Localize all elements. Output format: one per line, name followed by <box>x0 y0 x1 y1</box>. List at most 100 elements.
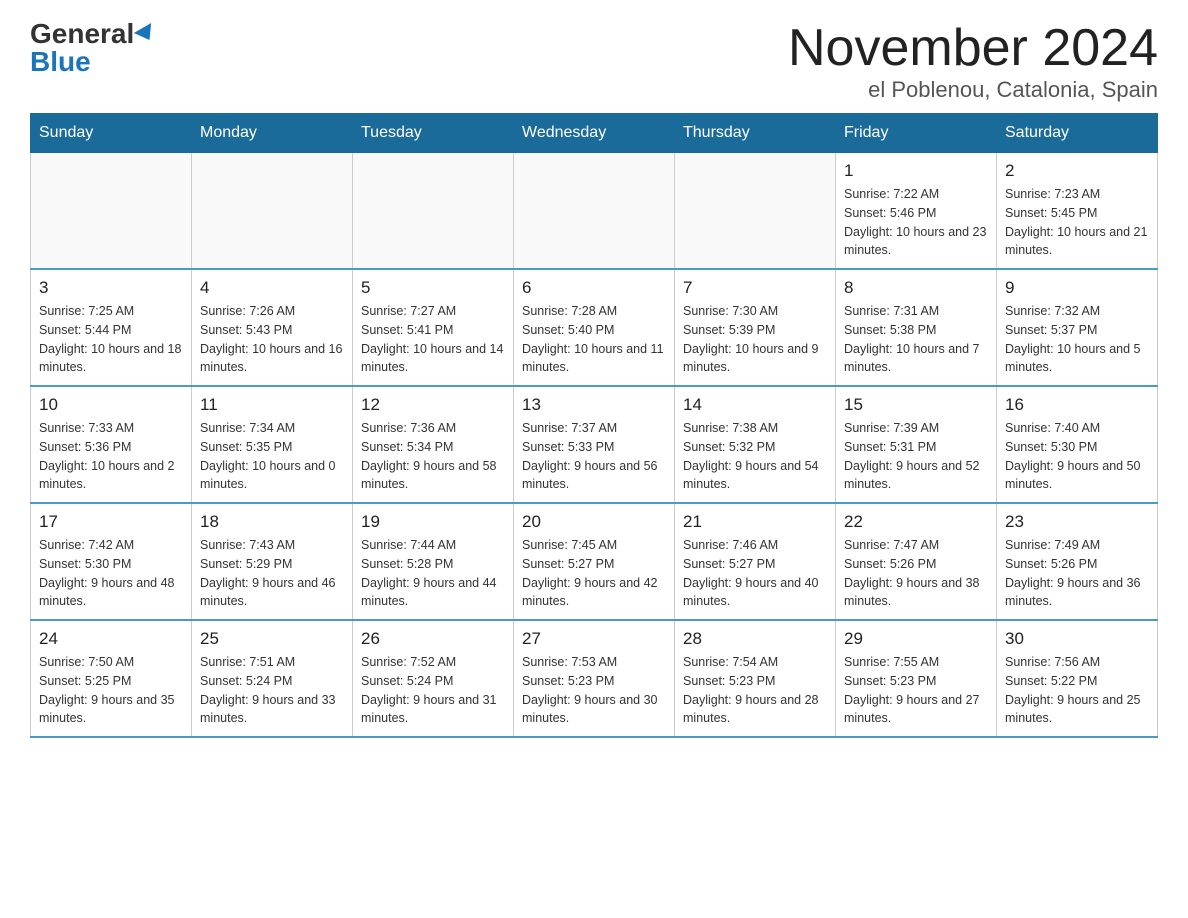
day-info: Sunrise: 7:47 AM Sunset: 5:26 PM Dayligh… <box>844 536 988 611</box>
calendar-cell: 8 Sunrise: 7:31 AM Sunset: 5:38 PM Daylig… <box>836 269 997 386</box>
day-info: Sunrise: 7:52 AM Sunset: 5:24 PM Dayligh… <box>361 653 505 728</box>
header-thursday: Thursday <box>675 114 836 153</box>
day-number: 7 <box>683 278 827 298</box>
day-info: Sunrise: 7:42 AM Sunset: 5:30 PM Dayligh… <box>39 536 183 611</box>
day-number: 25 <box>200 629 344 649</box>
calendar-cell: 2 Sunrise: 7:23 AM Sunset: 5:45 PM Daylig… <box>997 153 1158 270</box>
calendar-cell <box>31 153 192 270</box>
calendar-cell <box>192 153 353 270</box>
day-number: 4 <box>200 278 344 298</box>
calendar-cell: 3Sunrise: 7:25 AM Sunset: 5:44 PM Daylig… <box>31 269 192 386</box>
day-info: Sunrise: 7:39 AM Sunset: 5:31 PM Dayligh… <box>844 419 988 494</box>
day-info: Sunrise: 7:54 AM Sunset: 5:23 PM Dayligh… <box>683 653 827 728</box>
logo-triangle-icon <box>134 23 158 45</box>
day-number: 22 <box>844 512 988 532</box>
calendar-cell: 20 Sunrise: 7:45 AM Sunset: 5:27 PM Dayli… <box>514 503 675 620</box>
calendar-header-row: SundayMondayTuesdayWednesdayThursdayFrid… <box>31 114 1158 153</box>
title-block: November 2024 el Poblenou, Catalonia, Sp… <box>788 20 1158 103</box>
day-info: Sunrise: 7:31 AM Sunset: 5:38 PM Dayligh… <box>844 302 988 377</box>
day-number: 24 <box>39 629 183 649</box>
calendar-cell: 28 Sunrise: 7:54 AM Sunset: 5:23 PM Dayli… <box>675 620 836 737</box>
calendar-cell: 16 Sunrise: 7:40 AM Sunset: 5:30 PM Dayli… <box>997 386 1158 503</box>
logo-blue-text: Blue <box>30 48 91 76</box>
calendar-cell: 29 Sunrise: 7:55 AM Sunset: 5:23 PM Dayli… <box>836 620 997 737</box>
day-number: 10 <box>39 395 183 415</box>
logo-general-text: General <box>30 20 134 48</box>
calendar-cell: 27 Sunrise: 7:53 AM Sunset: 5:23 PM Dayli… <box>514 620 675 737</box>
day-info: Sunrise: 7:44 AM Sunset: 5:28 PM Dayligh… <box>361 536 505 611</box>
day-info: Sunrise: 7:56 AM Sunset: 5:22 PM Dayligh… <box>1005 653 1149 728</box>
day-number: 21 <box>683 512 827 532</box>
day-info: Sunrise: 7:30 AM Sunset: 5:39 PM Dayligh… <box>683 302 827 377</box>
day-number: 5 <box>361 278 505 298</box>
day-info: Sunrise: 7:36 AM Sunset: 5:34 PM Dayligh… <box>361 419 505 494</box>
day-number: 14 <box>683 395 827 415</box>
calendar-week-row: 3Sunrise: 7:25 AM Sunset: 5:44 PM Daylig… <box>31 269 1158 386</box>
calendar-subtitle: el Poblenou, Catalonia, Spain <box>788 77 1158 103</box>
calendar-cell: 1Sunrise: 7:22 AM Sunset: 5:46 PM Daylig… <box>836 153 997 270</box>
day-number: 15 <box>844 395 988 415</box>
day-number: 26 <box>361 629 505 649</box>
calendar-cell: 26 Sunrise: 7:52 AM Sunset: 5:24 PM Dayli… <box>353 620 514 737</box>
day-info: Sunrise: 7:32 AM Sunset: 5:37 PM Dayligh… <box>1005 302 1149 377</box>
calendar-title: November 2024 <box>788 20 1158 77</box>
day-info: Sunrise: 7:45 AM Sunset: 5:27 PM Dayligh… <box>522 536 666 611</box>
calendar-cell: 14 Sunrise: 7:38 AM Sunset: 5:32 PM Dayli… <box>675 386 836 503</box>
calendar-week-row: 24Sunrise: 7:50 AM Sunset: 5:25 PM Dayli… <box>31 620 1158 737</box>
calendar-cell: 12 Sunrise: 7:36 AM Sunset: 5:34 PM Dayli… <box>353 386 514 503</box>
header-monday: Monday <box>192 114 353 153</box>
day-info: Sunrise: 7:27 AM Sunset: 5:41 PM Dayligh… <box>361 302 505 377</box>
day-number: 28 <box>683 629 827 649</box>
day-number: 12 <box>361 395 505 415</box>
day-info: Sunrise: 7:43 AM Sunset: 5:29 PM Dayligh… <box>200 536 344 611</box>
day-number: 16 <box>1005 395 1149 415</box>
calendar-cell <box>353 153 514 270</box>
day-info: Sunrise: 7:37 AM Sunset: 5:33 PM Dayligh… <box>522 419 666 494</box>
header-friday: Friday <box>836 114 997 153</box>
calendar-week-row: 17 Sunrise: 7:42 AM Sunset: 5:30 PM Dayli… <box>31 503 1158 620</box>
day-info: Sunrise: 7:22 AM Sunset: 5:46 PM Dayligh… <box>844 185 988 260</box>
day-number: 13 <box>522 395 666 415</box>
day-number: 8 <box>844 278 988 298</box>
calendar-cell: 7 Sunrise: 7:30 AM Sunset: 5:39 PM Daylig… <box>675 269 836 386</box>
calendar-cell: 9 Sunrise: 7:32 AM Sunset: 5:37 PM Daylig… <box>997 269 1158 386</box>
day-number: 9 <box>1005 278 1149 298</box>
day-info: Sunrise: 7:28 AM Sunset: 5:40 PM Dayligh… <box>522 302 666 377</box>
day-info: Sunrise: 7:40 AM Sunset: 5:30 PM Dayligh… <box>1005 419 1149 494</box>
calendar-cell: 25Sunrise: 7:51 AM Sunset: 5:24 PM Dayli… <box>192 620 353 737</box>
day-number: 29 <box>844 629 988 649</box>
page-header: General Blue November 2024 el Poblenou, … <box>30 20 1158 103</box>
day-number: 17 <box>39 512 183 532</box>
calendar-cell: 30Sunrise: 7:56 AM Sunset: 5:22 PM Dayli… <box>997 620 1158 737</box>
day-number: 18 <box>200 512 344 532</box>
calendar-cell <box>514 153 675 270</box>
logo: General Blue <box>30 20 156 76</box>
day-info: Sunrise: 7:53 AM Sunset: 5:23 PM Dayligh… <box>522 653 666 728</box>
calendar-cell: 10 Sunrise: 7:33 AM Sunset: 5:36 PM Dayli… <box>31 386 192 503</box>
calendar-cell: 24Sunrise: 7:50 AM Sunset: 5:25 PM Dayli… <box>31 620 192 737</box>
day-number: 19 <box>361 512 505 532</box>
header-saturday: Saturday <box>997 114 1158 153</box>
day-info: Sunrise: 7:26 AM Sunset: 5:43 PM Dayligh… <box>200 302 344 377</box>
day-info: Sunrise: 7:38 AM Sunset: 5:32 PM Dayligh… <box>683 419 827 494</box>
day-info: Sunrise: 7:23 AM Sunset: 5:45 PM Dayligh… <box>1005 185 1149 260</box>
header-wednesday: Wednesday <box>514 114 675 153</box>
calendar-cell: 6 Sunrise: 7:28 AM Sunset: 5:40 PM Daylig… <box>514 269 675 386</box>
day-info: Sunrise: 7:55 AM Sunset: 5:23 PM Dayligh… <box>844 653 988 728</box>
day-number: 20 <box>522 512 666 532</box>
day-number: 27 <box>522 629 666 649</box>
day-info: Sunrise: 7:49 AM Sunset: 5:26 PM Dayligh… <box>1005 536 1149 611</box>
day-number: 23 <box>1005 512 1149 532</box>
day-info: Sunrise: 7:33 AM Sunset: 5:36 PM Dayligh… <box>39 419 183 494</box>
day-info: Sunrise: 7:46 AM Sunset: 5:27 PM Dayligh… <box>683 536 827 611</box>
day-number: 6 <box>522 278 666 298</box>
calendar-cell: 5 Sunrise: 7:27 AM Sunset: 5:41 PM Daylig… <box>353 269 514 386</box>
calendar-cell: 19 Sunrise: 7:44 AM Sunset: 5:28 PM Dayli… <box>353 503 514 620</box>
calendar-cell: 18 Sunrise: 7:43 AM Sunset: 5:29 PM Dayli… <box>192 503 353 620</box>
day-number: 2 <box>1005 161 1149 181</box>
calendar-table: SundayMondayTuesdayWednesdayThursdayFrid… <box>30 113 1158 738</box>
calendar-week-row: 10 Sunrise: 7:33 AM Sunset: 5:36 PM Dayli… <box>31 386 1158 503</box>
day-info: Sunrise: 7:25 AM Sunset: 5:44 PM Dayligh… <box>39 302 183 377</box>
day-info: Sunrise: 7:34 AM Sunset: 5:35 PM Dayligh… <box>200 419 344 494</box>
calendar-cell: 11Sunrise: 7:34 AM Sunset: 5:35 PM Dayli… <box>192 386 353 503</box>
